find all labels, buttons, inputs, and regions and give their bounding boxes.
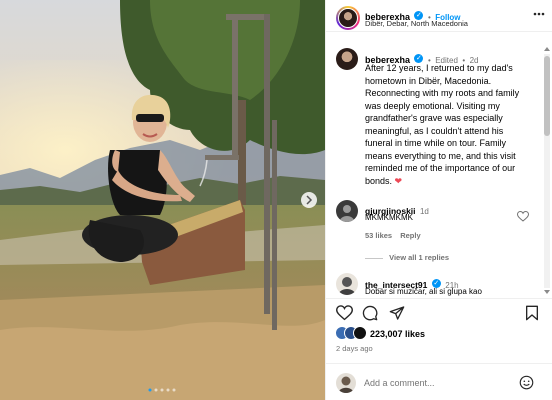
comments-scrollbar[interactable] <box>542 46 550 296</box>
scrollbar-thumb[interactable] <box>544 56 550 136</box>
scroll-down-arrow-icon[interactable] <box>544 290 550 295</box>
post-age[interactable]: 2 days ago <box>336 344 373 353</box>
liker-avatar <box>353 326 367 340</box>
view-replies-label[interactable]: View all 1 replies <box>389 253 449 262</box>
caption-line: hometown in Dibër, Macedonia. <box>365 75 492 86</box>
comment-input[interactable] <box>364 375 504 391</box>
next-photo-button[interactable] <box>301 192 317 208</box>
comment-age: 1d <box>419 207 429 216</box>
caption-line: After 12 years, I returned to my dad's <box>365 63 513 73</box>
share-send-icon[interactable] <box>389 305 405 321</box>
view-replies[interactable]: View all 1 replies <box>365 253 449 262</box>
save-bookmark-icon[interactable] <box>525 305 539 321</box>
reply-button[interactable]: Reply <box>400 231 420 240</box>
commenter-avatar[interactable] <box>336 273 358 295</box>
heart-emoji-icon: ❤ <box>394 175 403 186</box>
caption-line: funeral in time while on tour. Family <box>365 138 507 148</box>
caption-line: meaningful, as I couldn't attend his <box>365 125 504 136</box>
caption-line: Reconnecting with my roots and family <box>365 88 520 98</box>
more-options-icon[interactable] <box>533 12 545 16</box>
post-photo[interactable] <box>0 0 325 400</box>
photo-image <box>0 0 325 400</box>
caption-line: bonds. ❤ <box>365 175 541 188</box>
actions-divider <box>326 298 552 299</box>
caption-line: was deeply emotional. Visiting my <box>365 100 500 111</box>
caption-line: grandfather's grave was especially <box>365 113 503 123</box>
post-location[interactable]: Dibër, Debar, North Macedonia <box>365 19 468 28</box>
post-caption: After 12 years, I returned to my dad's h… <box>365 62 541 187</box>
replies-divider <box>365 257 383 259</box>
comment-text: MKMKMKMK <box>365 213 413 222</box>
caption-last-text: bonds. <box>365 175 393 186</box>
comment-like-heart-icon[interactable] <box>517 211 529 222</box>
like-heart-icon[interactable] <box>336 305 353 321</box>
commenter-avatar[interactable] <box>336 200 358 222</box>
author-avatar[interactable] <box>336 6 360 30</box>
caption-line: means everything to me, and this visit <box>365 150 516 161</box>
comment-meta: 53 likes Reply <box>365 231 421 240</box>
caption-author-avatar[interactable] <box>336 48 358 70</box>
comment-bubble-icon[interactable] <box>362 305 378 321</box>
post-header: beberexha ✓ • Follow Dibër, Debar, North… <box>326 0 552 32</box>
current-user-avatar <box>336 373 356 393</box>
smiley-icon[interactable] <box>519 375 534 390</box>
post-detail-panel: beberexha ✓ • Follow Dibër, Debar, North… <box>325 0 552 400</box>
comment-text: Dobar si muzičar, ali si glupa kao <box>365 287 482 296</box>
likes-count[interactable]: 223,007 likes <box>370 329 425 339</box>
scroll-up-arrow-icon[interactable] <box>544 46 550 51</box>
add-comment-bar <box>326 363 552 400</box>
liked-by-avatars[interactable] <box>335 326 375 340</box>
caption-line: reminded me of the importance of our <box>365 163 516 173</box>
comment-likes[interactable]: 53 likes <box>365 231 392 240</box>
